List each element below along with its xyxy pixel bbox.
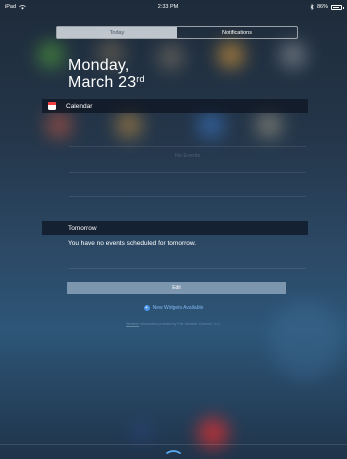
clock: 2:33 PM xyxy=(157,4,179,10)
attribution-text: information provided by The Weather Chan… xyxy=(140,322,221,326)
tomorrow-message: You have no events scheduled for tomorro… xyxy=(68,240,197,247)
weather-link[interactable]: Weather xyxy=(126,322,139,326)
battery-percent: 86% xyxy=(316,4,328,10)
view-segmented-control: Today Notifications xyxy=(56,26,298,39)
tomorrow-divider xyxy=(69,268,306,269)
calendar-divider xyxy=(69,146,306,147)
bottom-divider xyxy=(0,444,347,445)
wifi-icon xyxy=(19,4,26,9)
calendar-icon xyxy=(48,102,56,110)
new-widgets-link[interactable]: + New Widgets Available xyxy=(0,305,347,311)
edit-button[interactable]: Edit xyxy=(67,282,286,294)
tab-today[interactable]: Today xyxy=(57,27,177,38)
date-month-day: March 23rd xyxy=(68,74,145,91)
date-weekday: Monday, xyxy=(68,57,130,74)
calendar-divider xyxy=(69,172,306,173)
plus-icon: + xyxy=(143,305,150,311)
calendar-title: Calendar xyxy=(66,102,93,110)
tomorrow-section-header: Tomorrow xyxy=(42,221,308,235)
new-widgets-label: New Widgets Available xyxy=(152,305,204,311)
battery-icon xyxy=(330,4,344,10)
date-suffix: rd xyxy=(136,74,145,84)
tomorrow-title: Tomorrow xyxy=(68,224,97,232)
calendar-section-header[interactable]: Calendar xyxy=(42,99,308,113)
bluetooth-icon xyxy=(310,4,314,10)
weather-attribution: Weather information provided by The Weat… xyxy=(0,322,347,326)
status-bar: iPad 2:33 PM 86% xyxy=(0,0,347,14)
tab-notifications[interactable]: Notifications xyxy=(177,27,297,38)
calendar-divider xyxy=(69,196,306,197)
device-name: iPad xyxy=(5,4,17,10)
no-events-label: No Events xyxy=(174,153,201,159)
drag-handle-icon[interactable] xyxy=(166,449,181,454)
